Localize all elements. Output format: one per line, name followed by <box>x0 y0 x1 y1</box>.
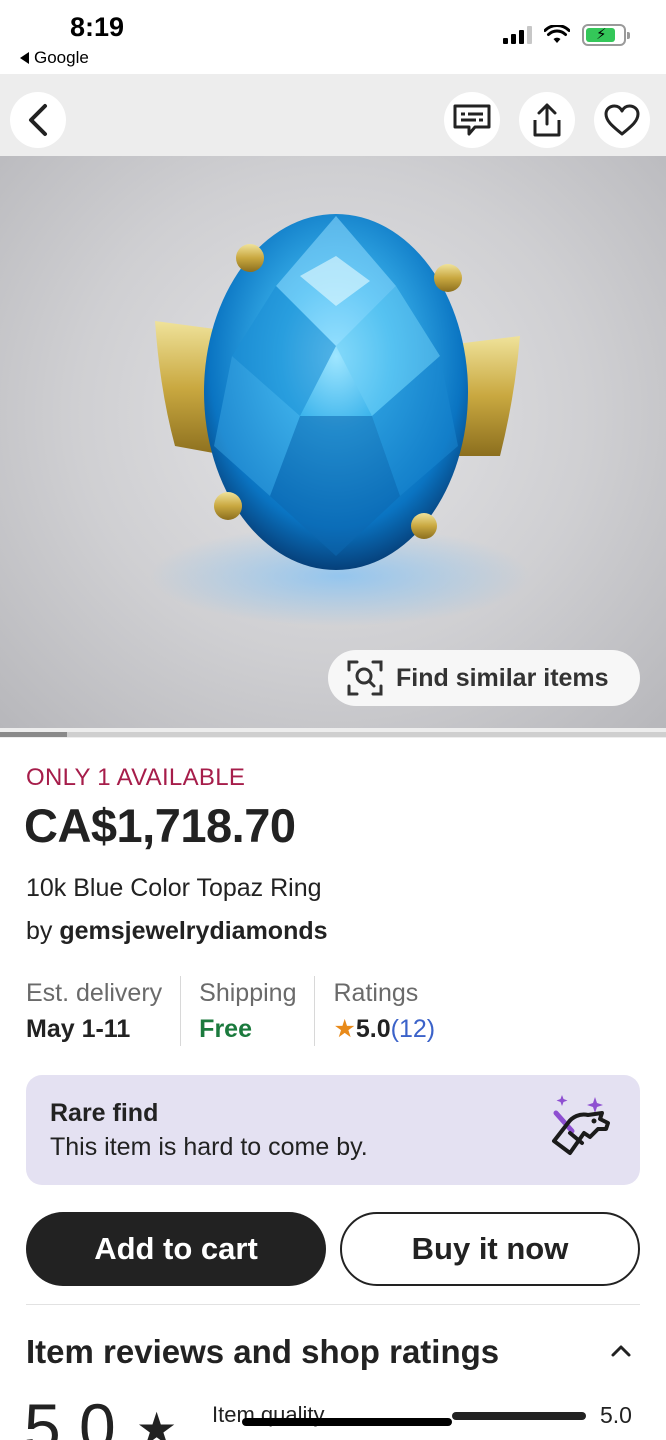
gallery-progress <box>0 732 666 737</box>
back-app-label: Google <box>34 48 89 67</box>
back-triangle-icon <box>20 52 29 64</box>
image-gallery[interactable]: Find similar items <box>0 74 666 738</box>
ratings-count[interactable]: (12) <box>391 1015 435 1043</box>
shop-name-link[interactable]: gemsjewelrydiamonds <box>59 917 327 945</box>
add-to-cart-button[interactable]: Add to cart <box>26 1212 326 1286</box>
by-prefix: by <box>26 917 53 945</box>
system-icons: ⚡ <box>503 24 630 46</box>
ratings-fact[interactable]: Ratings ★5.0(12) <box>314 976 453 1046</box>
battery-icon: ⚡ <box>582 24 630 46</box>
rare-find-subtitle: This item is hard to come by. <box>50 1133 368 1161</box>
heart-icon <box>604 104 640 136</box>
item-title: 10k Blue Color Topaz Ring <box>26 874 322 902</box>
star-icon: ★ <box>333 1015 356 1043</box>
share-icon <box>533 103 561 137</box>
ratings-value: 5.0 <box>355 1015 391 1043</box>
shipping-value: Free <box>199 1015 252 1043</box>
visual-search-icon <box>347 660 383 696</box>
chevron-up-icon[interactable] <box>610 1344 632 1358</box>
delivery-fact: Est. delivery May 1-11 <box>26 976 180 1046</box>
item-quality-value: 5.0 <box>600 1402 632 1428</box>
message-seller-button[interactable] <box>444 92 500 148</box>
wifi-icon <box>544 25 570 43</box>
find-similar-label: Find similar items <box>396 663 609 692</box>
charging-bolt-icon: ⚡ <box>596 26 607 43</box>
item-quality-bar <box>452 1412 586 1420</box>
big-star-icon: ★ <box>136 1403 178 1440</box>
message-icon <box>453 104 491 136</box>
favorite-button[interactable] <box>594 92 650 148</box>
ratings-value-row: ★5.0(12) <box>333 1010 435 1048</box>
back-to-app-link[interactable]: Google <box>20 48 89 68</box>
section-divider <box>26 1304 640 1305</box>
unicorn-icon <box>552 1095 610 1155</box>
delivery-value: May 1-11 <box>26 1015 131 1043</box>
rare-find-title: Rare find <box>50 1099 159 1127</box>
availability-text: ONLY 1 AVAILABLE <box>26 764 246 791</box>
ring-image <box>150 214 530 626</box>
home-indicator <box>242 1418 452 1426</box>
delivery-label: Est. delivery <box>26 979 163 1007</box>
status-time: 8:19 <box>70 12 125 42</box>
share-button[interactable] <box>519 92 575 148</box>
reviews-section-title[interactable]: Item reviews and shop ratings <box>26 1333 499 1371</box>
back-button[interactable] <box>10 92 66 148</box>
buy-it-now-button[interactable]: Buy it now <box>340 1212 640 1286</box>
seller-byline: by gemsjewelrydiamonds <box>26 917 328 946</box>
price: CA$1,718.70 <box>24 799 296 852</box>
shipping-fact: Shipping Free <box>180 976 314 1046</box>
listing-facts: Est. delivery May 1-11 Shipping Free Rat… <box>26 976 646 1046</box>
chevron-left-icon <box>29 104 47 136</box>
ratings-label: Ratings <box>333 979 419 1007</box>
gallery-progress-fill <box>0 732 67 737</box>
rare-find-card: Rare find This item is hard to come by. <box>26 1075 640 1185</box>
product-photo[interactable] <box>0 156 666 728</box>
shipping-label: Shipping <box>199 979 297 1007</box>
cellular-signal-icon <box>503 26 532 44</box>
find-similar-button[interactable]: Find similar items <box>328 650 640 706</box>
status-bar: 8:19 Google ⚡ <box>0 0 666 74</box>
overall-rating: 5.0 <box>24 1390 116 1440</box>
